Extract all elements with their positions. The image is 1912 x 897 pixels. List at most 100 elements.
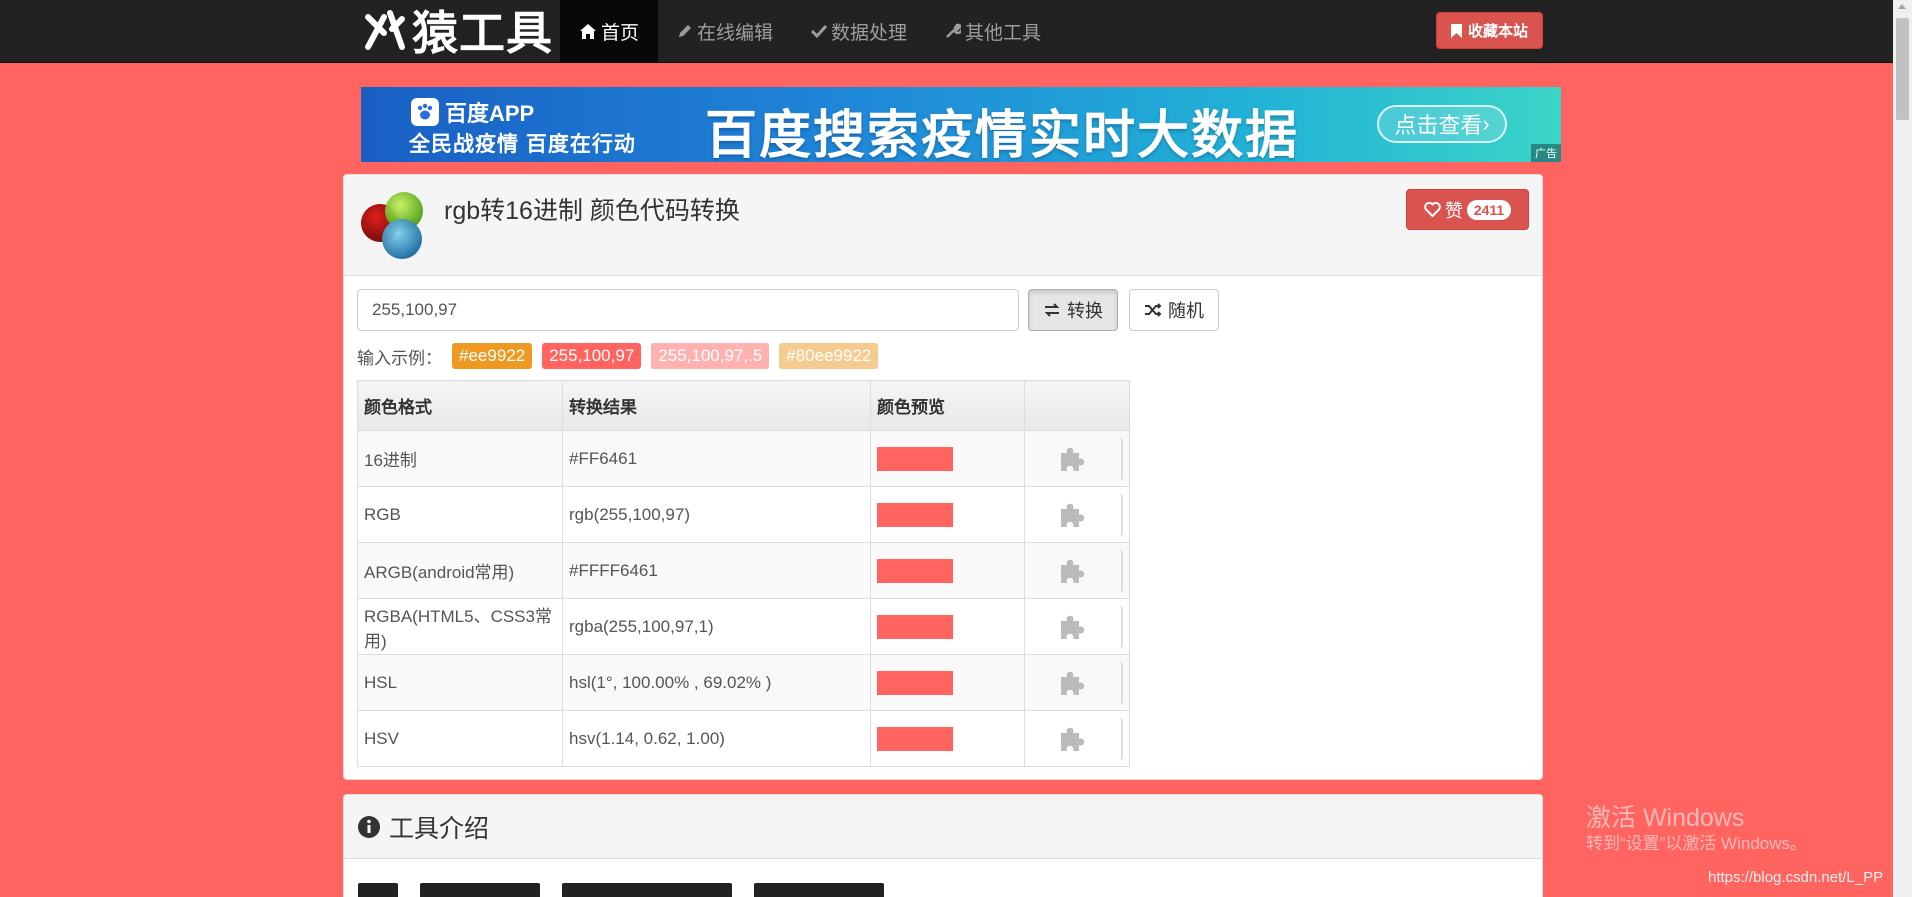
scroll-up-arrow-icon[interactable] [1898, 4, 1906, 9]
shuffle-icon [1145, 303, 1162, 317]
puzzle-icon [1061, 615, 1085, 639]
color-input[interactable] [357, 289, 1019, 331]
like-button[interactable]: 赞 2411 [1406, 189, 1529, 230]
preview-cell [870, 710, 1025, 767]
nav-item-online-edit[interactable]: 在线编辑 [658, 0, 792, 62]
header-preview: 颜色预览 [870, 380, 1025, 431]
conversion-result-table: 颜色格式 转换结果 颜色预览 16进制 #FF6461 RGB rgb(255,100… [357, 380, 1130, 767]
table-row: HSL hsl(1°, 100.00% , 69.02% ) [357, 654, 1130, 711]
format-cell: RGB [357, 486, 563, 543]
favorite-site-button[interactable]: 收藏本站 [1436, 12, 1543, 49]
nav-item-label: 在线编辑 [697, 22, 774, 44]
preview-cell [870, 486, 1025, 543]
example-chip[interactable]: 255,100,97 [542, 343, 642, 369]
result-cell[interactable]: rgba(255,100,97,1) [562, 598, 871, 655]
example-chip[interactable]: 255,100,97,.5 [651, 343, 770, 369]
home-icon [580, 23, 596, 39]
copy-button[interactable] [1035, 492, 1123, 537]
page-title: rgb转16进制 颜色代码转换 [444, 197, 740, 225]
convert-label: 转换 [1067, 301, 1103, 321]
nav-item-home[interactable]: 首页 [560, 0, 659, 62]
top-navbar: 猿工具 首页 在线编辑 数据处理 其他工具 收藏本站 [0, 0, 1893, 63]
banner-slogan: 全民战疫情 百度在行动 [409, 133, 636, 156]
like-count-badge: 2411 [1466, 199, 1512, 220]
intro-heading-cutoff [358, 883, 884, 897]
scroll-thumb[interactable] [1896, 18, 1909, 120]
result-cell[interactable]: hsv(1.14, 0.62, 1.00) [562, 710, 871, 767]
banner-cta-button[interactable]: 点击查看 › [1377, 105, 1507, 143]
copy-button[interactable] [1035, 548, 1123, 593]
action-cell [1024, 598, 1130, 655]
bookmark-icon [1450, 23, 1462, 38]
color-swatch [877, 502, 953, 527]
chevron-right-icon: › [1482, 111, 1490, 136]
exchange-icon [1044, 303, 1060, 317]
action-cell [1024, 486, 1130, 543]
random-button[interactable]: 随机 [1129, 289, 1219, 331]
result-cell[interactable]: rgb(255,100,97) [562, 486, 871, 543]
heart-icon [1423, 202, 1441, 217]
result-cell[interactable]: hsl(1°, 100.00% , 69.02% ) [562, 654, 871, 711]
site-logo[interactable]: 猿工具 [362, 4, 553, 60]
preview-cell [870, 598, 1025, 655]
header-format: 颜色格式 [357, 380, 563, 431]
copy-button[interactable] [1035, 604, 1123, 649]
preview-cell [870, 542, 1025, 599]
banner-app-name: 百度APP [445, 101, 535, 126]
preview-cell [870, 654, 1025, 711]
tool-panel: rgb转16进制 颜色代码转换 赞 2411 转换 随机 输入示例： #ee99… [343, 174, 1543, 780]
main-nav: 首页 在线编辑 数据处理 其他工具 [560, 0, 1060, 62]
color-swatch [877, 670, 953, 695]
result-cell[interactable]: #FF6461 [562, 430, 871, 487]
like-label: 赞 [1444, 200, 1463, 221]
color-swatch [877, 726, 953, 751]
source-url-watermark: https://blog.csdn.net/L_PP [1708, 869, 1884, 886]
banner-ad[interactable]: 百度APP 全民战疫情 百度在行动 百度搜索疫情实时大数据 点击查看 › 广告 [361, 87, 1561, 162]
copy-button[interactable] [1035, 660, 1123, 705]
table-row: ARGB(android常用) #FFFF6461 [357, 542, 1130, 599]
preview-cell [870, 430, 1025, 487]
info-icon [358, 815, 380, 838]
favorite-site-label: 收藏本站 [1467, 23, 1528, 40]
nav-item-label: 数据处理 [831, 22, 908, 44]
ad-tag: 广告 [1531, 144, 1561, 162]
input-examples: 输入示例： #ee9922 255,100,97 255,100,97,.5 #… [357, 341, 879, 371]
nav-item-label: 其他工具 [965, 22, 1042, 44]
check-icon [811, 24, 828, 39]
logo-mark-icon [365, 10, 405, 50]
page-scrollbar[interactable] [1893, 0, 1912, 897]
intro-title: 工具介绍 [389, 814, 490, 843]
copy-button[interactable] [1035, 436, 1123, 481]
tool-panel-header: rgb转16进制 颜色代码转换 赞 2411 [344, 175, 1542, 276]
pencil-icon [679, 25, 692, 37]
action-cell [1024, 710, 1130, 767]
intro-panel: 工具介绍 [343, 794, 1543, 897]
color-swatch [877, 558, 953, 583]
header-action [1024, 380, 1130, 431]
format-cell: RGBA(HTML5、CSS3常用) [357, 598, 563, 655]
table-row: 16进制 #FF6461 [357, 430, 1130, 487]
puzzle-icon [1061, 559, 1085, 583]
copy-button[interactable] [1035, 716, 1123, 761]
nav-item-label: 首页 [601, 22, 640, 44]
wrench-icon [946, 23, 962, 38]
nav-item-data-processing[interactable]: 数据处理 [792, 0, 926, 62]
format-cell: ARGB(android常用) [357, 542, 563, 599]
convert-button[interactable]: 转换 [1028, 289, 1118, 331]
table-header-row: 颜色格式 转换结果 颜色预览 [357, 380, 1130, 431]
action-cell [1024, 430, 1130, 487]
table-row: HSV hsv(1.14, 0.62, 1.00) [357, 710, 1130, 767]
banner-cta-label: 点击查看 [1394, 113, 1483, 138]
baidu-paw-icon [411, 98, 439, 126]
action-cell [1024, 654, 1130, 711]
puzzle-icon [1061, 447, 1085, 471]
example-chip[interactable]: #ee9922 [452, 343, 533, 369]
activate-windows-hint: 转到“设置”以激活 Windows。 [1586, 834, 1808, 853]
result-cell[interactable]: #FFFF6461 [562, 542, 871, 599]
logo-text: 猿工具 [412, 6, 553, 60]
example-chip[interactable]: #80ee9922 [779, 343, 879, 369]
format-cell: HSL [357, 654, 563, 711]
banner-headline: 百度搜索疫情实时大数据 [705, 107, 1300, 162]
color-swatch [877, 446, 953, 471]
nav-item-other-tools[interactable]: 其他工具 [926, 0, 1060, 62]
